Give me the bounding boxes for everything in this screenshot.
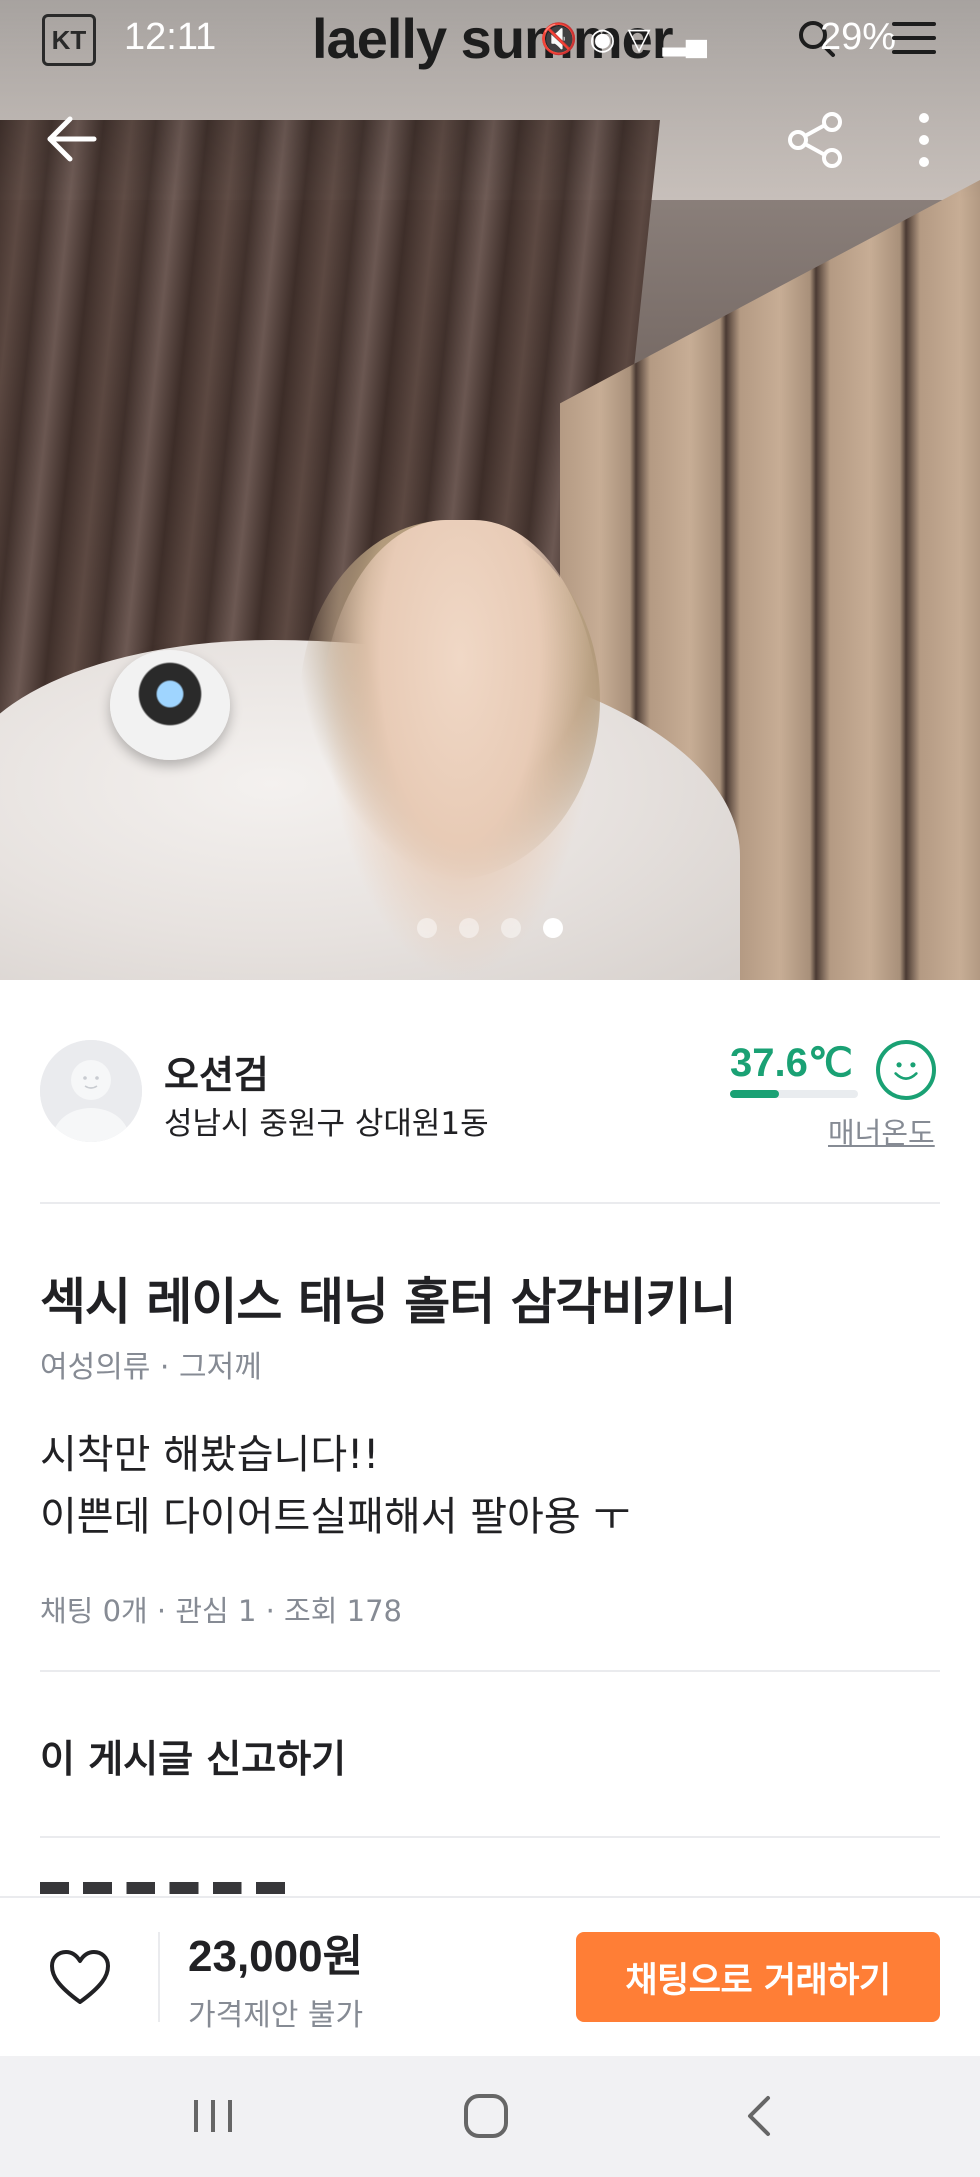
divider (40, 1202, 940, 1204)
system-navigation-bar (0, 2056, 980, 2177)
carousel-dot[interactable] (417, 918, 437, 938)
more-button[interactable] (910, 112, 938, 168)
carousel-dot-active[interactable] (543, 918, 563, 938)
heart-outline-icon (50, 1950, 110, 2004)
home-icon[interactable] (462, 2092, 510, 2140)
more-vertical-icon (919, 113, 929, 167)
manner-temperature-link[interactable]: 매너온도 (828, 1110, 935, 1152)
next-section-peek (40, 1880, 940, 1896)
carrier-badge: KT (42, 14, 96, 66)
status-bar: KT 12:11 laelly summer 🔇 ◉ ▽ ▂▄ 29% (0, 0, 980, 82)
status-time: 12:11 (124, 16, 217, 58)
signal-icon: ▂▄ (662, 23, 707, 56)
seller-location: 성남시 중원구 상대원1동 (164, 1106, 489, 1142)
arrow-left-icon (47, 116, 97, 162)
next-section-title-peek (40, 1882, 400, 1894)
carousel-dot[interactable] (501, 918, 521, 938)
location-icon: ◉ (589, 23, 616, 56)
bottom-action-bar: 23,000원 가격제안 불가 채팅으로 거래하기 (0, 1896, 980, 2056)
like-button[interactable] (48, 1948, 112, 2008)
manner-temperature-bar (730, 1090, 858, 1098)
post-stats: 채팅 0개 · 관심 1 · 조회 178 (40, 1594, 402, 1628)
seller-name[interactable]: 오션검 (164, 1044, 269, 1099)
manner-temperature: 37.6℃ (730, 1041, 853, 1085)
vertical-divider (158, 1932, 160, 2022)
price: 23,000원 (188, 1932, 364, 1981)
seller-profile[interactable]: 오션검 성남시 중원구 상대원1동 37.6℃ 매너온도 (40, 1040, 940, 1150)
photo-lamp (110, 650, 230, 760)
description-line: 시착만 해봤습니다!! (40, 1432, 380, 1478)
photo-figure (320, 520, 600, 980)
back-button[interactable] (44, 112, 98, 166)
wifi-icon: ▽ (627, 23, 651, 56)
smiley-face-icon (876, 1040, 936, 1100)
manner-bar-fill (730, 1090, 779, 1098)
description-line: 이쁜데 다이어트실패해서 팔아용 ㅜ (40, 1494, 631, 1540)
divider (40, 1836, 940, 1838)
battery-level: 29% (820, 16, 897, 58)
post-description: 시착만 해봤습니다!! 이쁜데 다이어트실패해서 팔아용 ㅜ (40, 1424, 630, 1548)
chat-trade-button[interactable]: 채팅으로 거래하기 (576, 1932, 940, 2022)
report-post-link[interactable]: 이 게시글 신고하기 (40, 1728, 346, 1783)
share-button[interactable] (786, 110, 846, 170)
menu-icon[interactable] (892, 22, 936, 58)
carousel-dot[interactable] (459, 918, 479, 938)
post-title: 섹시 레이스 태닝 홀터 삼각비키니 (40, 1273, 737, 1331)
recents-icon[interactable] (190, 2096, 236, 2136)
chevron-left-icon[interactable] (744, 2092, 774, 2140)
status-icons: 🔇 ◉ ▽ ▂▄ (540, 22, 707, 57)
divider (40, 1670, 940, 1672)
silent-icon: 🔇 (540, 23, 578, 56)
avatar[interactable] (40, 1040, 142, 1142)
share-icon (788, 112, 842, 168)
price-offer-note: 가격제안 불가 (188, 1998, 364, 2033)
post-category-time: 여성의류 · 그저께 (40, 1350, 262, 1385)
carousel-dots (0, 918, 980, 938)
